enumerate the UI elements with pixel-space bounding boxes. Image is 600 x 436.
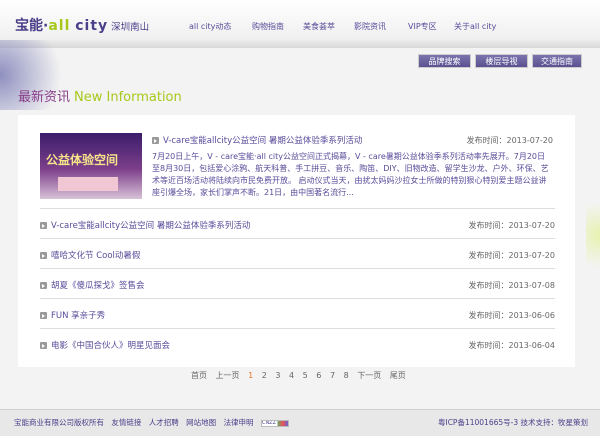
featured-title[interactable]: V-care宝能allcity公益空间 暑期公益体验季系列活动	[152, 134, 362, 146]
page-link[interactable]: 3	[275, 371, 280, 380]
title-cn: 最新资讯	[18, 90, 71, 105]
last-page-link[interactable]: 尾页	[390, 371, 406, 380]
prev-page-link[interactable]: 上一页	[216, 371, 240, 380]
news-date: 发布时间：2013-06-06	[468, 311, 556, 320]
nav-item[interactable]: VIP专区	[408, 21, 437, 32]
nav-item[interactable]: all city动态	[189, 21, 231, 32]
copyright: 宝能商业有限公司版权所有	[14, 418, 104, 427]
footer-link[interactable]: 网站地图	[186, 418, 216, 427]
icp-info: 粤ICP备11001665号-3 技术支持：牧星策划	[437, 418, 588, 427]
list-item[interactable]: 电影《中国合伙人》明星见面会 发布时间：2013-06-04	[40, 328, 555, 358]
next-page-link[interactable]: 下一页	[357, 371, 381, 380]
list-item[interactable]: 嘻哈文化节 Cool动暑假 发布时间：2013-07-20	[40, 238, 555, 268]
section-title: 最新资讯 New Information	[18, 86, 182, 105]
footer-link[interactable]: 友情链接	[111, 418, 141, 427]
pagination: 首页 上一页 1 2 3 4 5 6 7 8 下一页 尾页	[191, 370, 412, 381]
news-panel: 公益体验空间 V-care宝能allcity公益空间 暑期公益体验季系列活动 发…	[18, 115, 575, 367]
list-item[interactable]: 胡夏《傻瓜探戈》签售会 发布时间：2013-07-08	[40, 268, 555, 298]
traffic-guide-button[interactable]: 交通指南	[532, 54, 582, 68]
page-link[interactable]: 7	[330, 371, 335, 380]
list-item[interactable]: FUN 享亲子秀 发布时间：2013-06-06	[40, 298, 555, 328]
featured-date: 发布时间：2013-07-20	[466, 136, 554, 145]
nav-item[interactable]: 购物指南	[252, 21, 284, 32]
brand-search-button[interactable]: 品牌搜索	[418, 54, 471, 68]
news-title[interactable]: FUN 享亲子秀	[51, 311, 105, 321]
page-link[interactable]: 4	[289, 371, 294, 380]
news-date: 发布时间：2013-07-20	[468, 221, 556, 230]
footer-link[interactable]: 法律申明	[224, 418, 254, 427]
play-icon	[40, 252, 47, 259]
news-date: 发布时间：2013-07-08	[468, 281, 556, 290]
logo-location: 深圳南山	[111, 22, 150, 33]
first-page-link[interactable]: 首页	[191, 371, 207, 380]
image-caption: 公益体验空间	[46, 153, 119, 167]
logo[interactable]: 宝能·all city 深圳南山	[15, 15, 149, 35]
play-icon	[40, 342, 47, 349]
footer-link[interactable]: 人才招聘	[149, 418, 179, 427]
play-icon	[40, 282, 47, 289]
nav-item[interactable]: 影院资讯	[354, 21, 386, 32]
news-date: 发布时间：2013-07-20	[468, 251, 556, 260]
cnzz-stats-icon[interactable]: CNZZ	[260, 419, 289, 427]
featured-title-text: V-care宝能allcity公益空间 暑期公益体验季系列活动	[163, 136, 363, 146]
news-date: 发布时间：2013-06-04	[468, 341, 556, 350]
news-title[interactable]: 胡夏《傻瓜探戈》签售会	[51, 281, 145, 291]
play-icon	[40, 222, 47, 229]
featured-summary: 7月20日上午，V - care宝能·all city公益空间正式揭幕，V - …	[152, 152, 549, 197]
featured-image[interactable]: 公益体验空间	[40, 133, 142, 199]
play-icon	[40, 312, 47, 319]
news-title[interactable]: 嘻哈文化节 Cool动暑假	[51, 251, 140, 261]
news-title[interactable]: 电影《中国合伙人》明星见面会	[51, 341, 170, 351]
logo-brand: 宝能·	[15, 18, 49, 34]
play-icon	[152, 137, 159, 144]
floor-guide-button[interactable]: 楼层导视	[475, 54, 528, 68]
list-item[interactable]: V-care宝能allcity公益空间 暑期公益体验季系列活动 发布时间：2013…	[40, 208, 555, 238]
footer: 宝能商业有限公司版权所有 友情链接 人才招聘 网站地图 法律申明 CNZZ 粤I…	[0, 409, 600, 436]
page-link[interactable]: 6	[316, 371, 321, 380]
news-title[interactable]: V-care宝能allcity公益空间 暑期公益体验季系列活动	[51, 221, 250, 231]
page-link[interactable]: 2	[262, 371, 267, 380]
title-en: New Information	[74, 90, 182, 105]
page-link[interactable]: 8	[344, 371, 349, 380]
logo-city: city	[75, 18, 109, 34]
nav-item[interactable]: 关于all city	[454, 21, 496, 32]
logo-all: all	[48, 18, 71, 34]
page-link[interactable]: 5	[303, 371, 308, 380]
page-link-current[interactable]: 1	[248, 371, 253, 380]
nav-item[interactable]: 美食荟萃	[303, 21, 335, 32]
decor-blob-right	[586, 190, 600, 280]
